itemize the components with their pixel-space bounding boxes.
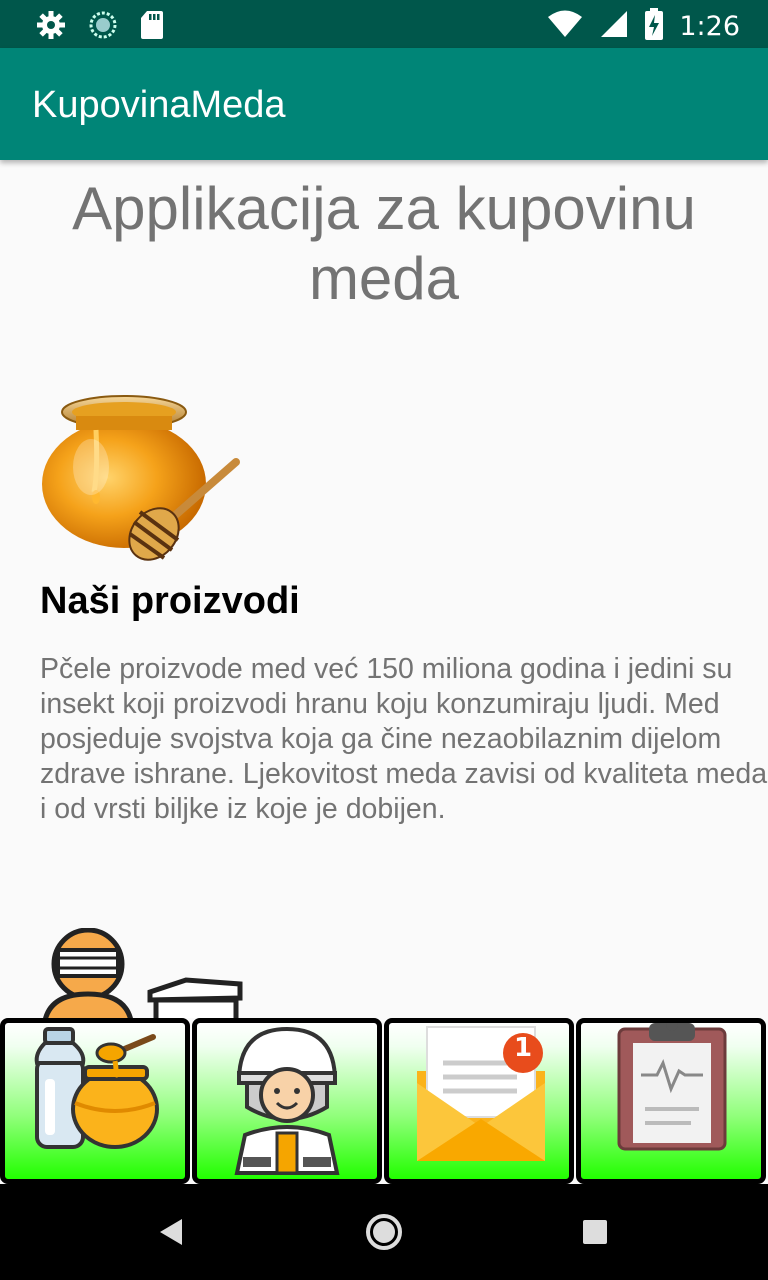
recents-button[interactable] (547, 1184, 643, 1280)
beekeeper-image (36, 927, 246, 1020)
back-button[interactable] (124, 1184, 220, 1280)
system-navigation-bar (0, 1184, 768, 1280)
notification-badge: 1 (513, 1033, 533, 1063)
recents-icon (547, 1220, 643, 1280)
beekeeper-button[interactable] (192, 1018, 382, 1184)
signal-icon (599, 9, 629, 43)
bottom-button-bar: 1 (0, 1018, 768, 1184)
loading-icon (88, 10, 118, 44)
battery-icon (645, 8, 664, 44)
sd-card-icon (140, 10, 164, 44)
home-button[interactable] (336, 1184, 432, 1280)
app-bar: KupovinaMeda (0, 48, 768, 160)
home-icon (336, 1214, 432, 1280)
records-button[interactable] (576, 1018, 766, 1184)
status-time: 1:26 (679, 10, 740, 42)
section-title: Naši proizvodi (40, 580, 300, 622)
honey-pot-image (36, 372, 246, 572)
gear-icon (36, 10, 66, 44)
page-headline: Applikacija za kupovinu meda (72, 175, 696, 312)
back-icon (124, 1219, 220, 1280)
messages-button[interactable]: 1 (384, 1018, 574, 1184)
status-bar: 1:26 (0, 0, 768, 48)
section-description: Pčele proizvode med već 150 miliona godi… (40, 653, 768, 825)
main-content[interactable]: Applikacija za kupovinu meda Naši proizv… (0, 160, 768, 1020)
app-title: KupovinaMeda (32, 84, 286, 126)
wifi-icon (547, 9, 583, 43)
products-button[interactable] (0, 1018, 190, 1184)
